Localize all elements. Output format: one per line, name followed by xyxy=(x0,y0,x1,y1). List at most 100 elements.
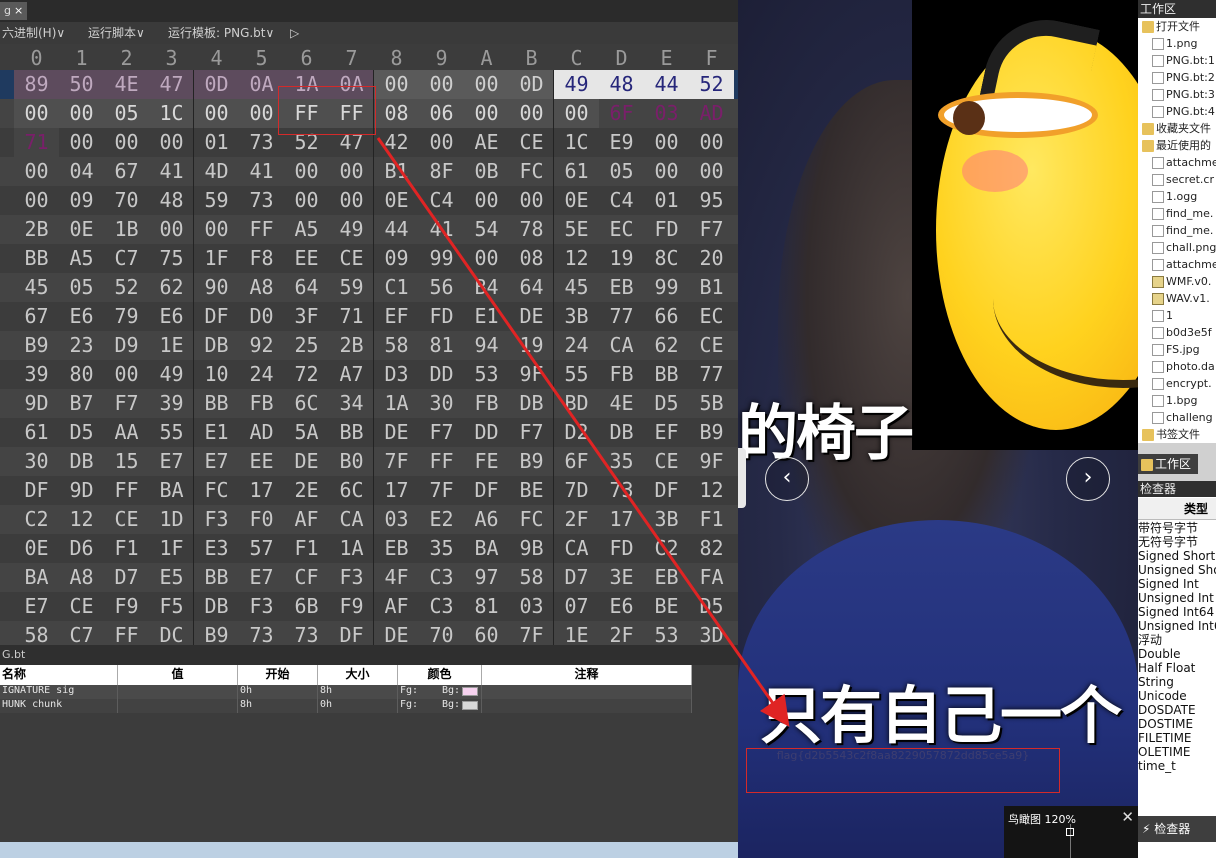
hex-byte[interactable]: 30 xyxy=(419,389,464,418)
hex-byte[interactable]: 67 xyxy=(104,157,149,186)
hex-byte[interactable]: 10 xyxy=(194,360,239,389)
hex-byte[interactable]: 1C xyxy=(554,128,599,157)
hex-byte[interactable]: 94 xyxy=(464,331,509,360)
hex-byte[interactable]: 49 xyxy=(554,70,599,99)
hex-byte[interactable]: 00 xyxy=(59,99,104,128)
hex-byte[interactable]: 0E xyxy=(14,534,59,563)
hex-byte[interactable]: EE xyxy=(239,447,284,476)
tab-workspace[interactable]: 工作区 xyxy=(1138,454,1198,474)
inspector-type[interactable]: Half Float xyxy=(1138,661,1195,675)
hex-byte[interactable]: F9 xyxy=(104,592,149,621)
hex-byte[interactable]: E1 xyxy=(464,302,509,331)
hex-byte[interactable]: 9D xyxy=(14,389,59,418)
hex-byte[interactable]: 3F xyxy=(284,302,329,331)
hex-byte[interactable]: C4 xyxy=(599,186,644,215)
col-value[interactable]: 值 xyxy=(118,665,238,685)
hex-byte[interactable]: 00 xyxy=(284,157,329,186)
hex-byte[interactable]: 42 xyxy=(374,128,419,157)
hex-byte[interactable]: F1 xyxy=(689,505,734,534)
hex-byte[interactable]: FC xyxy=(509,505,554,534)
hex-byte[interactable]: FF xyxy=(239,215,284,244)
inspector-type[interactable]: Signed Int xyxy=(1138,577,1199,591)
inspector-type[interactable]: Double xyxy=(1138,647,1181,661)
hex-byte[interactable]: 0E xyxy=(374,186,419,215)
hex-byte[interactable]: 39 xyxy=(14,360,59,389)
hex-byte[interactable]: BB xyxy=(644,360,689,389)
hex-byte[interactable]: 00 xyxy=(194,99,239,128)
hex-byte[interactable]: 00 xyxy=(689,128,734,157)
hex-byte[interactable]: F5 xyxy=(149,592,194,621)
hex-byte[interactable]: CE xyxy=(509,128,554,157)
inspector-type[interactable]: Unsigned Int xyxy=(1138,591,1214,605)
hex-byte[interactable]: 99 xyxy=(419,244,464,273)
hex-byte[interactable]: AE xyxy=(464,128,509,157)
hex-byte[interactable]: 00 xyxy=(14,99,59,128)
inspector-type[interactable]: 带符号字节 xyxy=(1138,521,1198,535)
hex-byte[interactable]: 95 xyxy=(689,186,734,215)
hex-byte[interactable]: 03 xyxy=(374,505,419,534)
hex-byte[interactable]: 4F xyxy=(374,563,419,592)
hex-byte[interactable]: 48 xyxy=(599,70,644,99)
hex-byte[interactable]: 8C xyxy=(644,244,689,273)
hex-byte[interactable]: 25 xyxy=(284,331,329,360)
hex-byte[interactable]: 05 xyxy=(59,273,104,302)
hex-byte[interactable]: 00 xyxy=(419,70,464,99)
hex-byte[interactable]: CE xyxy=(104,505,149,534)
hex-byte[interactable]: AD xyxy=(689,99,734,128)
hex-byte[interactable]: 9F xyxy=(689,447,734,476)
hex-byte[interactable]: 9D xyxy=(59,476,104,505)
hex-byte[interactable]: CA xyxy=(554,534,599,563)
hex-byte[interactable]: B9 xyxy=(14,331,59,360)
hex-byte[interactable]: CA xyxy=(599,331,644,360)
hex-byte[interactable]: B4 xyxy=(464,273,509,302)
hex-byte[interactable]: AF xyxy=(284,505,329,534)
workspace-item[interactable]: PNG.bt:4 xyxy=(1152,103,1215,120)
hex-byte[interactable]: 05 xyxy=(599,157,644,186)
hex-byte[interactable]: A7 xyxy=(329,360,374,389)
hex-byte[interactable]: 9B xyxy=(509,534,554,563)
hex-byte[interactable]: 49 xyxy=(149,360,194,389)
hex-byte[interactable]: BD xyxy=(554,389,599,418)
hex-byte[interactable]: DB xyxy=(599,418,644,447)
inspector-type[interactable]: 无符号字节 xyxy=(1138,535,1198,549)
hex-byte[interactable]: 12 xyxy=(554,244,599,273)
hex-byte[interactable]: 53 xyxy=(464,360,509,389)
hex-byte[interactable]: 17 xyxy=(599,505,644,534)
inspector-type[interactable]: Unsigned Int64 xyxy=(1138,619,1216,633)
hex-byte[interactable]: F7 xyxy=(509,418,554,447)
hex-byte[interactable]: 00 xyxy=(329,157,374,186)
hex-byte[interactable]: 1A xyxy=(374,389,419,418)
hex-byte[interactable]: F3 xyxy=(239,592,284,621)
hex-byte[interactable]: BA xyxy=(149,476,194,505)
hex-byte[interactable]: C3 xyxy=(419,592,464,621)
hex-byte[interactable]: CE xyxy=(689,331,734,360)
hex-byte[interactable]: 1E xyxy=(149,331,194,360)
hex-byte[interactable]: 58 xyxy=(374,331,419,360)
hex-byte[interactable]: D7 xyxy=(554,563,599,592)
hex-byte[interactable]: BE xyxy=(509,476,554,505)
hex-byte[interactable]: 00 xyxy=(644,128,689,157)
hex-byte[interactable]: 44 xyxy=(644,70,689,99)
hex-byte[interactable]: B9 xyxy=(689,418,734,447)
workspace-item[interactable]: 1.ogg xyxy=(1152,188,1197,205)
hex-byte[interactable]: 00 xyxy=(104,360,149,389)
hex-byte[interactable]: 00 xyxy=(464,70,509,99)
hex-byte[interactable]: 19 xyxy=(599,244,644,273)
hex-byte[interactable]: 41 xyxy=(149,157,194,186)
hex-byte[interactable]: 1D xyxy=(149,505,194,534)
hex-byte[interactable]: 1F xyxy=(149,534,194,563)
workspace-item[interactable]: WAV.v1. xyxy=(1152,290,1210,307)
hex-byte[interactable]: 08 xyxy=(509,244,554,273)
hex-byte[interactable]: 00 xyxy=(284,186,329,215)
inspector-type[interactable]: time_t xyxy=(1138,759,1176,773)
hex-byte[interactable]: DB xyxy=(59,447,104,476)
hex-byte[interactable]: 01 xyxy=(194,128,239,157)
hex-byte[interactable]: 1B xyxy=(104,215,149,244)
inspector-type[interactable]: Unicode xyxy=(1138,689,1187,703)
hex-byte[interactable]: E1 xyxy=(194,418,239,447)
hex-byte[interactable]: DD xyxy=(464,418,509,447)
hex-byte[interactable]: B0 xyxy=(329,447,374,476)
hex-byte[interactable]: 03 xyxy=(509,592,554,621)
hex-byte[interactable]: C3 xyxy=(419,563,464,592)
template-row[interactable]: HUNK chunk 8h 0h Fg: Bg: xyxy=(0,699,692,713)
